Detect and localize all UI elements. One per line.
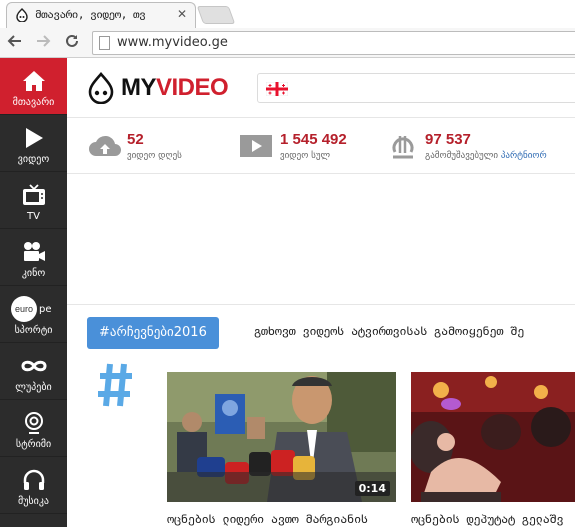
stat-label: ვიდეო დღეს (127, 151, 182, 161)
sidebar-item-label: სტრიმი (15, 439, 52, 450)
video-card[interactable]: ოცნების დეპუტატ გელაშვ (411, 372, 575, 526)
myvideo-favicon-icon (16, 8, 28, 22)
browser-tab-bar: მთავარი, ვიდეო, თვ ✕ (0, 0, 575, 28)
lari-icon (392, 136, 414, 159)
stat-value: 52 (127, 131, 144, 148)
forward-button[interactable] (34, 33, 52, 51)
logo-my-text: MY (121, 74, 157, 101)
tv-icon (22, 184, 45, 205)
new-tab-button[interactable] (196, 6, 236, 24)
reload-button[interactable] (63, 33, 81, 51)
video-thumbnail[interactable]: 0:14 (167, 372, 396, 502)
arrow-left-icon (7, 35, 21, 47)
sidebar-item-loops[interactable]: ლუპები (0, 343, 67, 400)
video-title[interactable]: ოცნების ლიდერი ავთო მარგიანის (167, 512, 368, 526)
browser-toolbar: www.myvideo.ge (0, 28, 575, 58)
video-thumbnail[interactable] (411, 372, 575, 502)
site-logo[interactable]: MYVIDEO (87, 70, 229, 106)
tab-title: მთავარი, ვიდეო, თვ (35, 8, 146, 21)
site-header: MYVIDEO (67, 58, 575, 118)
sidebar-item-cinema[interactable]: კინო (0, 229, 67, 286)
logo-video-text: VIDEO (156, 74, 229, 101)
myvideo-drop-logo-icon (88, 72, 114, 104)
stat-label: ვიდეო სულ (280, 151, 331, 161)
stat-value: 1 545 492 (280, 131, 347, 148)
video-title[interactable]: ოცნების დეპუტატ გელაშვ (411, 512, 564, 526)
browser-tab[interactable]: მთავარი, ვიდეო, თვ ✕ (6, 2, 196, 28)
video-player-icon (240, 135, 272, 157)
sidebar-item-stream[interactable]: სტრიმი (0, 400, 67, 457)
sidebar-item-label: სპორტი (14, 325, 53, 336)
stat-value: 97 537 (425, 131, 471, 148)
sidebar-item-music[interactable]: მუსიკა (0, 457, 67, 514)
stat-label: გამომუშავებული პარტნიორ (425, 151, 547, 161)
stream-icon (24, 412, 43, 434)
euronews-suffix: pe (39, 303, 52, 315)
sidebar-item-label: კინო (21, 268, 46, 279)
georgian-flag-icon[interactable] (266, 82, 288, 96)
elections-hashtag-button[interactable]: #არჩევნები2016 (87, 317, 219, 349)
euronews-icon: euro (11, 296, 37, 322)
sidebar-item-label: მუსიკა (17, 496, 50, 507)
sidebar-item-sport[interactable]: euro pe სპორტი (0, 286, 67, 343)
play-icon (25, 128, 43, 148)
cloud-upload-icon (89, 135, 121, 156)
video-thumbnail-image (411, 372, 575, 502)
hashtag-icon (98, 363, 132, 407)
url-text: www.myvideo.ge (117, 35, 228, 50)
sidebar-item-video[interactable]: ვიდეო (0, 115, 67, 172)
sidebar-item-label: ვიდეო (17, 154, 50, 165)
home-icon (22, 71, 45, 91)
reload-icon (66, 34, 78, 47)
back-button[interactable] (6, 33, 24, 51)
hashtag-instruction-text: გთხოვთ ვიდეოს ატვირთვისას გამოიყენეთ შე (254, 324, 525, 338)
infinity-icon (20, 360, 47, 372)
page-icon (99, 36, 110, 50)
search-input[interactable] (257, 73, 575, 103)
partners-link[interactable]: პარტნიორ (501, 151, 547, 161)
sidebar-item-label: მთავარი (12, 97, 55, 108)
stats-bar: 52 ვიდეო დღეს 1 545 492 ვიდეო სულ 97 537… (67, 118, 575, 174)
arrow-right-icon (37, 35, 51, 47)
headphones-icon (23, 469, 44, 490)
video-duration: 0:14 (354, 481, 390, 496)
hashtag-bar: #არჩევნები2016 გთხოვთ ვიდეოს ატვირთვისას… (67, 304, 575, 354)
sidebar-item-home[interactable]: მთავარი (0, 58, 67, 115)
sidebar-item-label: TV (27, 211, 40, 222)
tab-close-icon[interactable]: ✕ (177, 7, 187, 21)
address-bar[interactable]: www.myvideo.ge (92, 31, 575, 55)
camera-icon (23, 242, 45, 261)
sidebar-item-label: ლუპები (15, 382, 52, 393)
sidebar-item-tv[interactable]: TV (0, 172, 67, 229)
sidebar: მთავარი ვიდეო TV კინო euro pe სპორტი ლუპ… (0, 58, 67, 527)
video-card[interactable]: 0:14 ოცნების ლიდერი ავთო მარგიანის (167, 372, 396, 526)
